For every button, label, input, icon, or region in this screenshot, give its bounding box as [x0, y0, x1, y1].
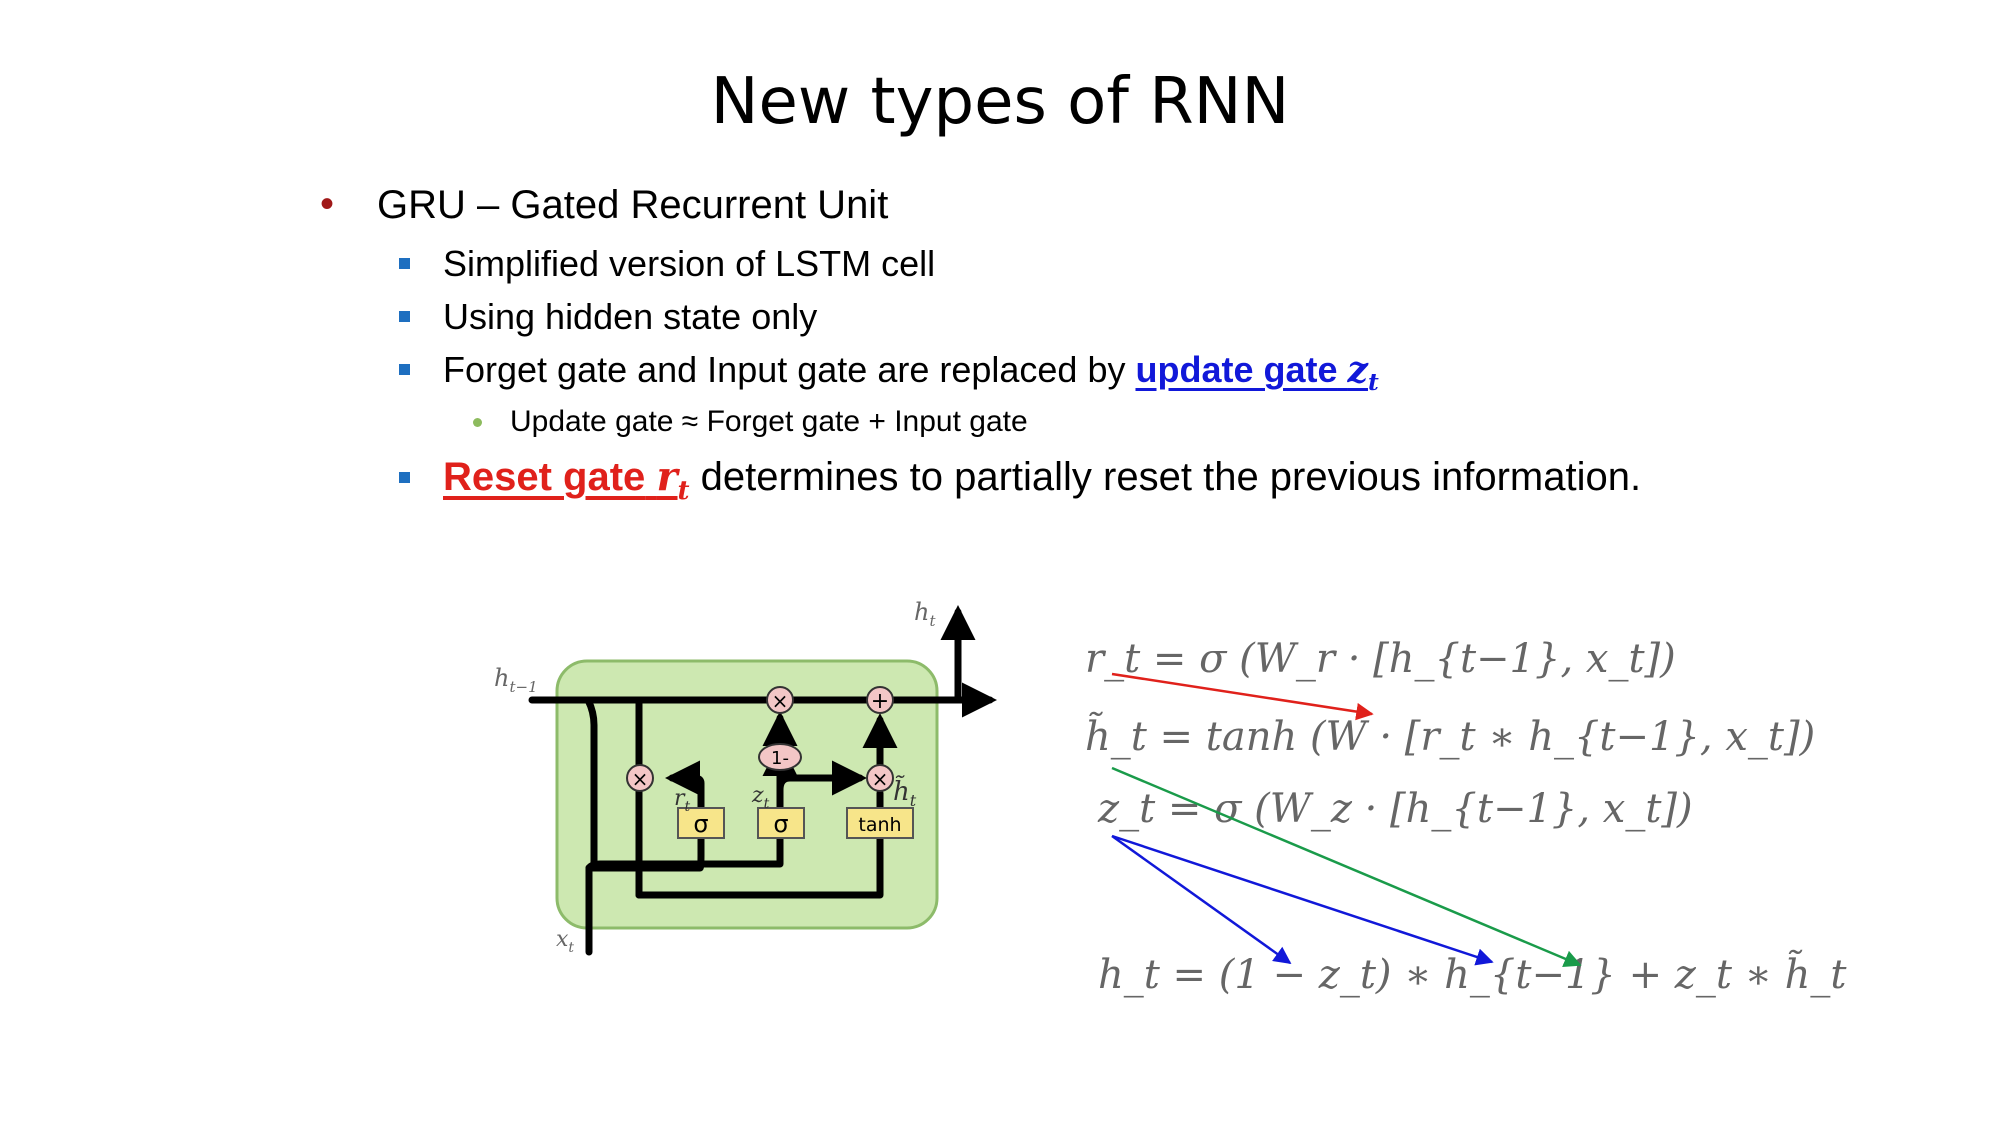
label-ht-out: ht	[914, 598, 936, 630]
op-times-update: ×	[866, 764, 894, 792]
equation-candidate: h̃_t = tanh (W · [r_t ∗ h_{t−1}, x_t])	[1085, 711, 1815, 760]
op-times-reset: ×	[626, 764, 654, 792]
svg-text:×: ×	[872, 767, 889, 791]
gate-sigma-update: σ	[757, 807, 805, 839]
svg-text:tanh: tanh	[858, 814, 901, 836]
gate-tanh: tanh	[846, 807, 914, 839]
svg-text:×: ×	[772, 689, 789, 713]
svg-text:σ: σ	[773, 810, 788, 838]
arrow-update-1	[1111, 834, 1292, 965]
equation-update: z_t = σ (W_z · [h_{t−1}, x_t])	[1097, 786, 1693, 832]
svg-text:×: ×	[632, 767, 649, 791]
svg-text:σ: σ	[693, 810, 708, 838]
label-xt: xt	[556, 927, 574, 956]
label-htm1: ht−1	[494, 664, 538, 696]
gru-figure: × × + × 1- σ σ tanh ht ht−1 xt rt zt h̃t…	[494, 598, 1847, 998]
svg-text:+: +	[871, 689, 889, 714]
equation-reset: r_t = σ (W_r · [h_{t−1}, x_t])	[1085, 636, 1676, 682]
svg-text:1-: 1-	[771, 748, 789, 769]
op-plus: +	[866, 686, 894, 714]
op-one-minus: 1-	[758, 743, 802, 771]
arrow-update-2	[1111, 834, 1494, 966]
op-times-top: ×	[766, 686, 794, 714]
